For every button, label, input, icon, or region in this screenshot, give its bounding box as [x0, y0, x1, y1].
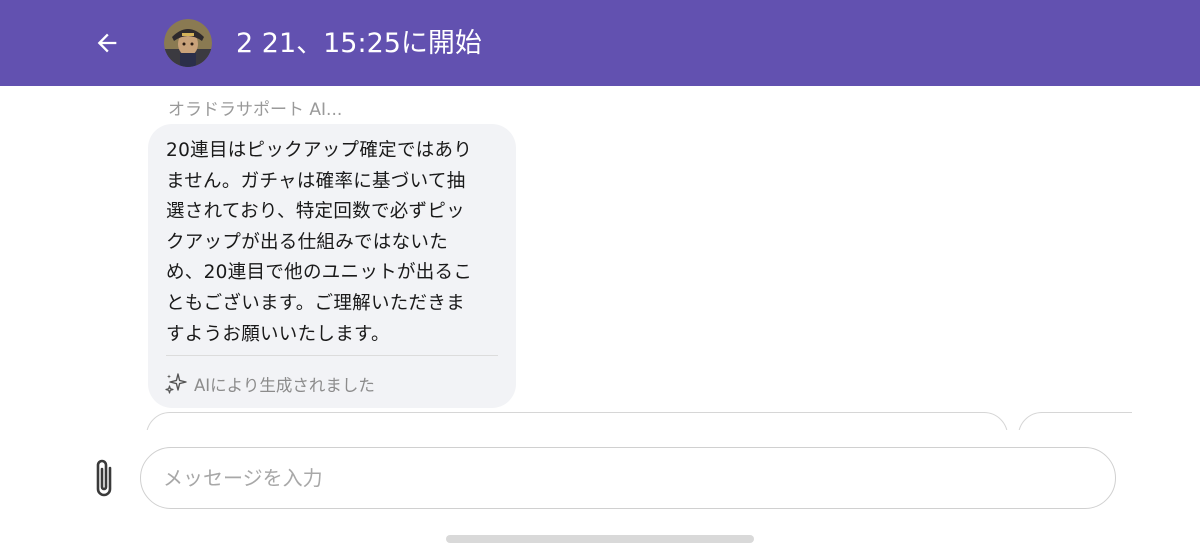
message-line: 選されており、特定回数で必ずピッ: [166, 201, 465, 223]
message-line: すようお願いいたします。: [166, 323, 390, 345]
message-bubble: 20連目はピックアップ確定ではあり ません。ガチャは確率に基づいて抽 選されてお…: [148, 124, 516, 408]
header-bar: 2 21、15:25に開始: [0, 0, 1200, 86]
avatar-image: [164, 19, 212, 67]
chat-screen: 2 21、15:25に開始 オラドラサポート AI... 20連目はピックアップ…: [0, 0, 1200, 554]
home-indicator[interactable]: [446, 535, 754, 543]
user-avatar[interactable]: [164, 19, 212, 67]
bubble-divider: [166, 355, 498, 356]
message-line: ません。ガチャは確率に基づいて抽: [166, 170, 466, 192]
message-line: 20連目はピックアップ確定ではあり: [166, 140, 473, 161]
paperclip-icon: [96, 459, 112, 497]
ai-generated-note: AIにより生成されました: [164, 371, 375, 397]
attach-button[interactable]: [86, 454, 122, 502]
ai-generated-label: AIにより生成されました: [194, 376, 375, 395]
message-line: クアップが出る仕組みではないた: [166, 231, 449, 253]
message-line: ともございます。ご理解いただきま: [166, 292, 465, 314]
message-input[interactable]: [140, 447, 1116, 509]
sender-name: オラドラサポート AI...: [168, 100, 343, 120]
sparkle-icon: [165, 373, 187, 394]
message-text: 20連目はピックアップ確定ではあり ません。ガチャは確率に基づいて抽 選されてお…: [166, 136, 502, 350]
chat-title: 2 21、15:25に開始: [236, 28, 482, 59]
arrow-left-icon: [97, 33, 117, 53]
message-line: め、20連目で他のユニットが出るこ: [166, 262, 473, 284]
back-button[interactable]: [86, 22, 128, 64]
